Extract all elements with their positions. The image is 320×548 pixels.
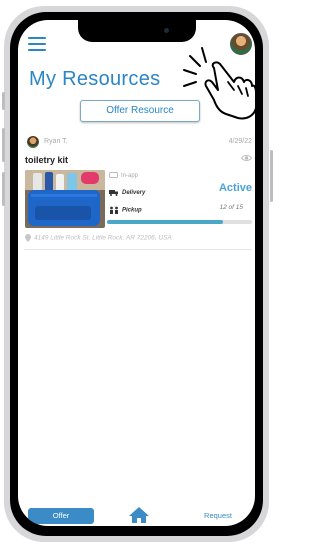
phone-side-button [2,172,5,206]
card-divider [24,249,252,250]
item-photo [25,170,105,228]
page-title: My Resources [29,68,161,90]
location-pin-icon [25,234,31,242]
method-pickup: Pickup [109,206,142,214]
method-delivery-label: Delivery [122,190,146,197]
offer-resource-button[interactable]: Offer Resource [80,100,200,122]
eye-icon[interactable] [241,154,252,162]
camera-icon [164,28,169,33]
truck-icon [109,190,118,196]
resource-card[interactable]: Ryan T. 4/29/22 toiletry kit In-app Deli… [24,132,252,250]
bottom-nav: Offer Request [18,504,255,526]
home-icon[interactable] [128,506,150,524]
status-badge: Active [218,182,252,194]
nav-request-button[interactable]: Request [188,508,248,524]
item-name: toiletry kit [25,155,69,165]
method-in-app: In-app [109,172,138,179]
phone-notch [78,20,196,42]
quantity-count: 12 of 15 [219,204,244,211]
quantity-progress-bar [107,220,252,224]
method-pickup-label: Pickup [122,207,142,214]
method-in-app-label: In-app [121,173,139,180]
people-icon [110,206,118,214]
chat-icon [109,172,118,178]
owner-name: Ryan T. [44,138,68,145]
method-delivery: Delivery [109,189,145,196]
posted-date: 4/29/22 [228,138,252,145]
nav-offer-button[interactable]: Offer [28,508,94,524]
quantity-progress-fill [107,220,223,224]
address-text: 4149 Little Rock St, Little Rock, AR 722… [34,234,172,242]
phone-side-button [2,92,5,110]
hamburger-menu-icon[interactable] [28,37,46,51]
app-screen: My Resources Offer Resource Ryan T. 4/29… [18,20,255,526]
address-row: 4149 Little Rock St, Little Rock, AR 722… [25,234,172,242]
phone-side-button [2,128,5,162]
owner-avatar [27,136,39,148]
phone-side-button [270,150,273,202]
